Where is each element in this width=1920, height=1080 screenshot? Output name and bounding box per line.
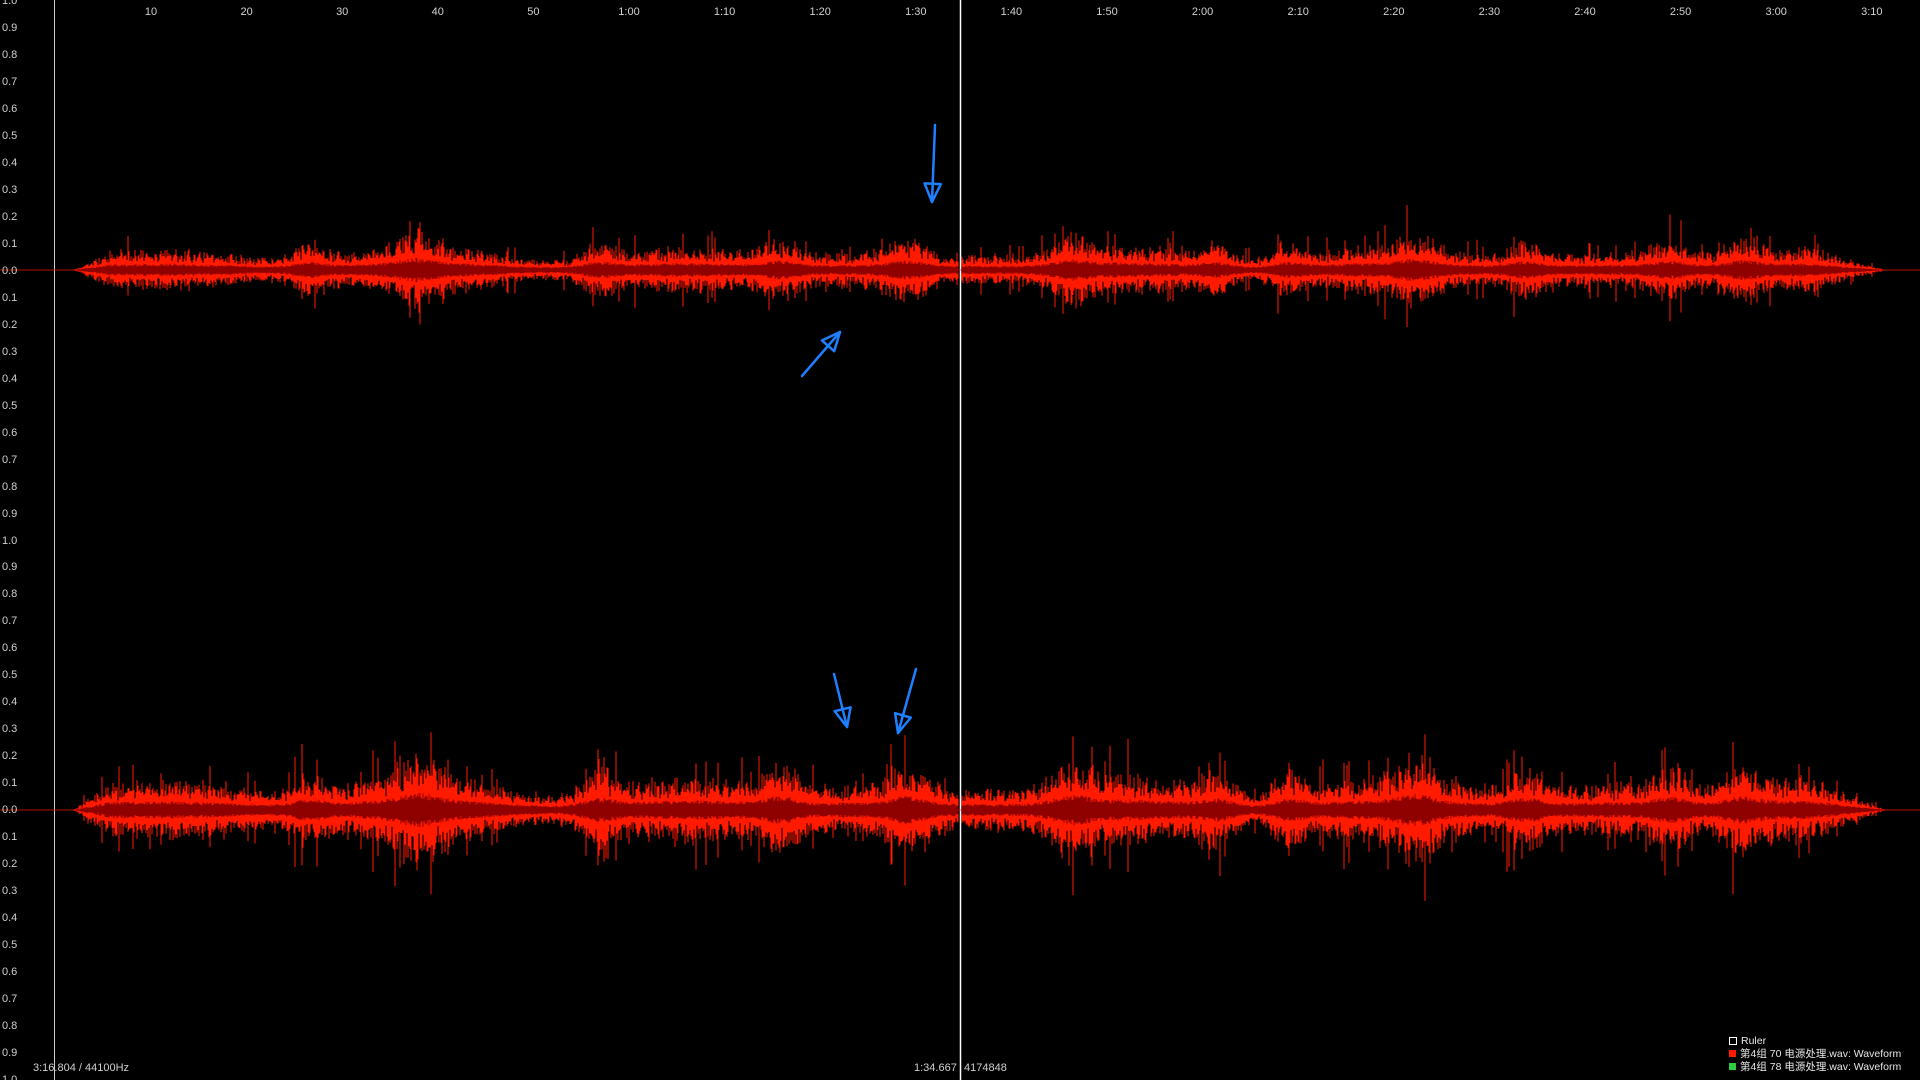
legend-label-track1: 第4组 70 电源处理.wav: Waveform [1740,1047,1902,1060]
scale-label-upper: 0.2 [2,211,18,223]
ruler-tick-label: 30 [336,6,349,18]
scale-label-lower: 0.5 [2,939,18,951]
cursor-time-readout: 1:34.667 [914,1062,957,1074]
scale-label-lower: 0.1 [2,831,18,843]
ruler-tick-label: 2:10 [1287,6,1309,18]
scale-label-lower: 0.9 [2,561,18,573]
scale-label-upper: 1.0 [2,535,18,547]
scale-label-upper: 0.9 [2,22,18,34]
scale-label-lower: 0.2 [2,858,18,870]
scale-label-lower: 0.8 [2,588,18,600]
scale-label-lower: 1.0 [2,1074,18,1080]
scale-label-upper: 0.6 [2,103,18,115]
scale-label-lower: 0.0 [2,804,18,816]
ruler-tick-label: 3:10 [1861,6,1883,18]
scale-label-lower: 0.9 [2,1047,18,1059]
scale-label-lower: 0.3 [2,723,18,735]
ruler-tick-label: 1:00 [618,6,640,18]
legend-label-ruler: Ruler [1741,1034,1767,1047]
ruler-tick-label: 1:40 [1000,6,1023,18]
scale-label-upper: 0.5 [2,130,18,142]
scale-label-upper: 0.1 [2,238,18,250]
scale-label-upper: 0.8 [2,49,18,61]
annotation-arrows [800,123,943,735]
waveform-viewer[interactable]: 1.0 0.9 0.8 0.7 0.6 0.5 0.4 0.3 0.2 0.1 0.0 0.1 0.2 0… [0,0,1920,1080]
scale-label-upper: 0.4 [2,373,18,385]
time-ruler[interactable]: 10 20 30 40 50 1:00 1:10 1:20 1:30 1:40 1:50 2:00 2:… [55,0,1920,22]
arrow-up-upper-track-icon [800,330,842,378]
scale-label-lower: 0.6 [2,642,18,654]
ruler-tick-label: 2:30 [1478,6,1501,18]
track1-color-swatch-icon[interactable] [1729,1050,1736,1057]
arrow-down-lower-track-left-icon [832,672,852,729]
scale-label-upper: 0.5 [2,400,18,412]
arrow-down-lower-track-right-icon [893,667,918,735]
legend-item-ruler[interactable]: Ruler [1729,1034,1919,1047]
legend-label-track2: 第4组 78 电源处理.wav: Waveform [1740,1060,1902,1073]
ruler-tick-label: 2:40 [1574,6,1596,18]
ruler-tick-label: 20 [240,6,253,18]
scale-label-lower: 0.8 [2,1020,18,1032]
ruler-tick-label: 1:30 [905,6,927,18]
scale-label-lower: 0.5 [2,669,18,681]
cursor-sample-readout: 4174848 [964,1062,1007,1074]
scale-label-lower: 0.7 [2,615,18,627]
scale-label-upper: 0.0 [2,265,18,277]
scale-label-upper: 0.7 [2,76,18,88]
scale-label-upper: 0.3 [2,184,18,196]
ruler-tick-label: 2:20 [1383,6,1405,18]
ruler-tick-label: 3:00 [1765,6,1787,18]
scale-label-lower: 0.4 [2,912,18,924]
ruler-tick-label: 10 [144,6,158,18]
scale-label-lower: 0.7 [2,993,18,1005]
scale-label-upper: 0.9 [2,508,18,520]
duration-samplerate-readout: 3:16.804 / 44100Hz [33,1062,130,1074]
arrow-down-upper-track-icon [923,123,943,204]
scale-label-upper: 0.3 [2,346,18,358]
ruler-tick-label: 1:50 [1096,6,1118,18]
scale-label-lower: 0.3 [2,885,18,897]
scale-label-upper: 0.8 [2,481,18,493]
ruler-tick-label: 50 [527,6,540,18]
scale-label-upper: 0.2 [2,319,18,331]
ruler-tick-label: 2:50 [1669,6,1692,18]
legend-item-track1[interactable]: 第4组 70 电源处理.wav: Waveform [1729,1047,1919,1060]
ruler-tick-label: 1:20 [809,6,831,18]
scale-label-upper: 0.4 [2,157,18,169]
scale-label-lower: 0.1 [2,777,18,789]
scale-label-upper: 0.1 [2,292,18,304]
scale-label-upper: 0.7 [2,454,18,466]
legend-item-track2[interactable]: 第4组 78 电源处理.wav: Waveform [1729,1060,1919,1073]
ruler-tick-label: 40 [431,6,444,18]
ruler-tick-label: 1:10 [713,6,736,18]
amplitude-scale: 1.0 0.9 0.8 0.7 0.6 0.5 0.4 0.3 0.2 0.1 0.0 0.1 0.2 0… [0,0,54,1080]
track2-color-swatch-icon[interactable] [1729,1063,1736,1070]
legend: Ruler 第4组 70 电源处理.wav: Waveform 第4组 78 电… [1729,1034,1919,1073]
ruler-toggle-icon[interactable] [1729,1036,1737,1045]
scale-label-upper: 1.0 [2,0,18,7]
scale-label-lower: 0.6 [2,966,18,978]
scale-label-lower: 0.2 [2,750,18,762]
ruler-tick-label: 2:00 [1191,6,1214,18]
scale-label-lower: 0.4 [2,696,18,708]
waveform-canvas[interactable] [0,0,1920,1080]
scale-label-upper: 0.6 [2,427,18,439]
